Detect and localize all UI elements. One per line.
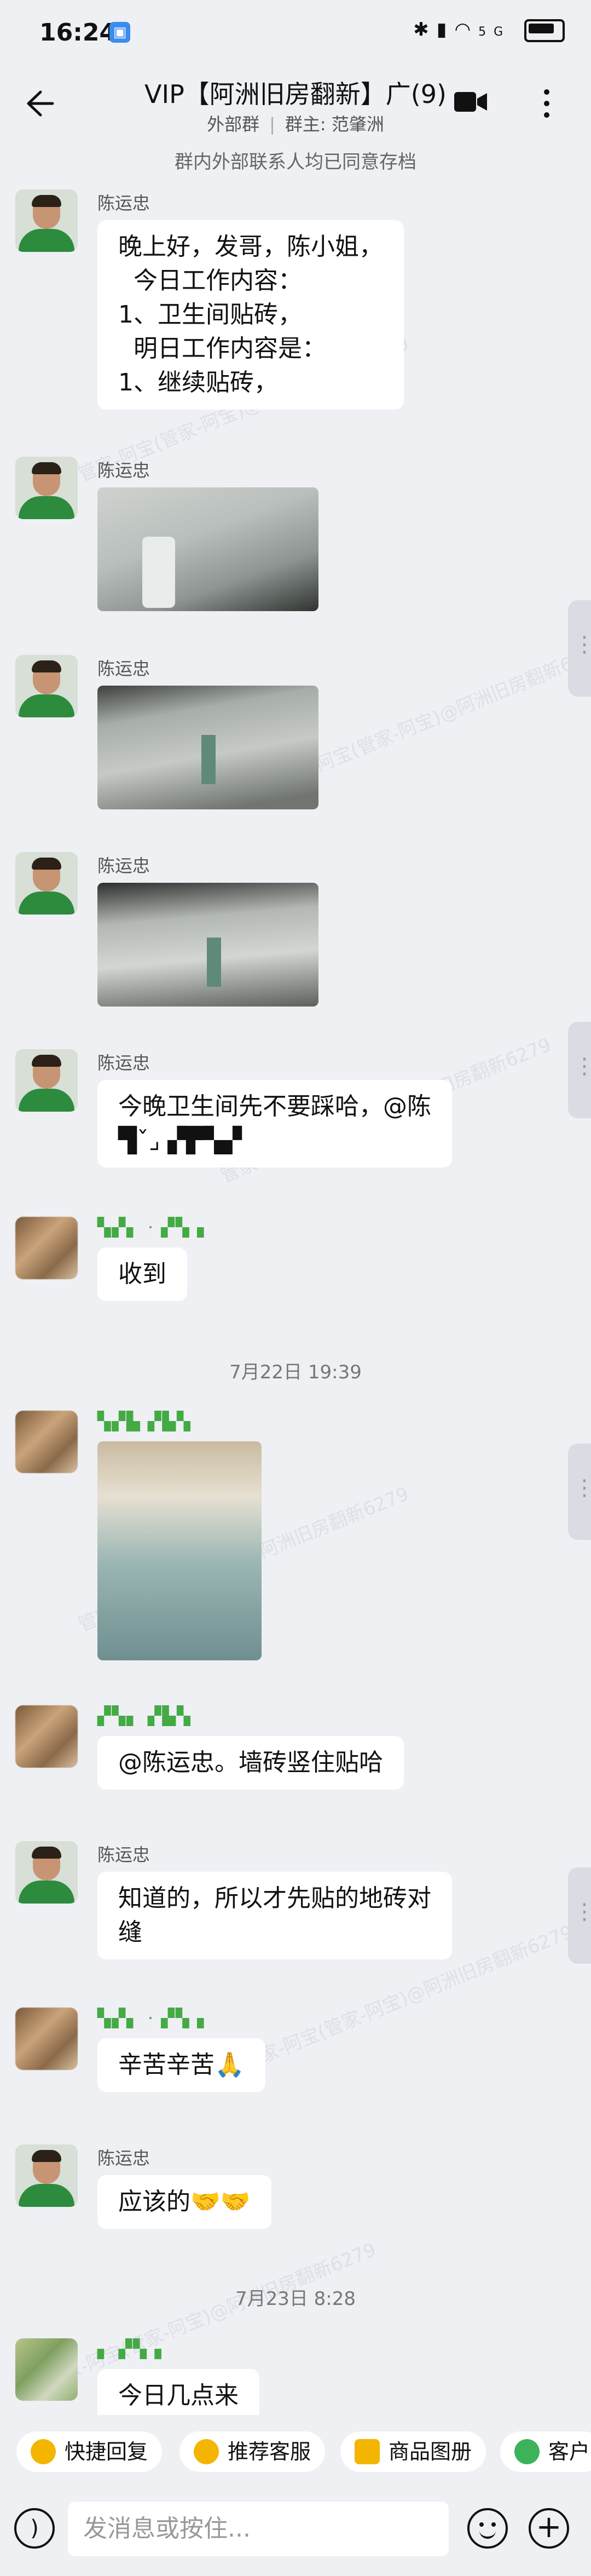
quick-reply-icon [31,2439,56,2464]
pipe-shape [142,537,175,608]
customer-button[interactable]: 客户 [500,2431,591,2472]
sender-name: 陈运忠 [97,193,150,214]
customer-icon [514,2439,540,2464]
group-type-label: 外部群 [207,114,260,135]
avatar[interactable] [15,189,78,252]
message-bubble[interactable]: 知道的，所以才先贴的地砖对 缝 [97,1872,452,1959]
sender-name: ▚▞▖ · ▞▚▗ [97,2008,205,2028]
customer-label: 客户 [548,2440,590,2464]
bluetooth-icon: ✱ [413,19,437,41]
quick-action-bar: 快捷回复 推荐客服 商品图册 客户 [0,2415,591,2484]
input-bar: ) 发消息或按住... + [0,2484,591,2576]
group-owner-label: 群主: 范肇洲 [285,114,384,135]
sender-name: ▖ ▞▚▗ [97,2338,163,2359]
quick-reply-label: 快捷回复 [65,2440,148,2464]
chat-header: VIP【阿洲旧房翻新】广(9) 外部群 | 群主: 范肇洲 [0,69,591,146]
product-album-label: 商品图册 [389,2440,472,2464]
side-drawer-handle[interactable] [568,1022,591,1118]
quick-reply-button[interactable]: 快捷回复 [16,2431,163,2472]
sender-name: 陈运忠 [97,2148,150,2169]
sender-name: 陈运忠 [97,1844,150,1865]
time-separator: 7月23日 8:28 [235,2288,356,2310]
recommend-service-button[interactable]: 推荐客服 [179,2431,326,2472]
avatar[interactable] [15,1841,78,1904]
chat-subtitle: 外部群 | 群主: 范肇洲 [0,111,591,136]
sender-name: 陈运忠 [97,1053,150,1073]
status-time: 16:24 [39,19,117,47]
floor-stripe [207,938,221,987]
product-album-icon [355,2439,380,2464]
app-notification-icon: ▣ [109,22,130,43]
subtitle-separator: | [269,114,275,135]
avatar[interactable] [15,457,78,519]
message-bubble[interactable]: 收到 [97,1247,187,1301]
image-message[interactable] [97,487,318,611]
floor-stripe [201,735,216,784]
avatar[interactable] [15,852,78,915]
message-bubble[interactable]: 辛苦辛苦🙏 [97,2038,265,2092]
battery-icon [524,19,565,42]
product-album-button[interactable]: 商品图册 [340,2431,486,2472]
avatar[interactable] [15,1217,78,1279]
sender-name: 陈运忠 [97,658,150,679]
image-message[interactable] [97,686,318,809]
image-message[interactable] [97,1441,262,1660]
image-message[interactable] [97,883,318,1007]
avatar[interactable] [15,2008,78,2070]
side-drawer-handle[interactable] [568,1444,591,1540]
chat-title[interactable]: VIP【阿洲旧房翻新】广(9) [0,74,591,111]
status-bar: 16:24 ▣ ✱▮◠5G [0,0,591,69]
recommend-service-label: 推荐客服 [228,2440,311,2464]
side-drawer-handle[interactable] [568,1867,591,1964]
message-bubble[interactable]: @陈运忠。墙砖竖住贴哈 [97,1736,404,1790]
vibrate-icon: ▮ [436,19,455,41]
avatar[interactable] [15,2144,78,2207]
signal-icon: 5G [478,25,511,39]
sender-name: 陈运忠 [97,855,150,876]
video-call-icon[interactable] [452,85,489,118]
status-icons: ✱▮◠5G [413,19,565,42]
time-separator: 7月22日 19:39 [229,1361,362,1383]
side-drawer-handle[interactable] [568,600,591,697]
avatar[interactable] [15,1705,78,1768]
message-input[interactable]: 发消息或按住... [68,2502,449,2556]
recommend-service-icon [194,2439,219,2464]
sender-name: ▚▞▙ ▞▙▚ [97,1411,192,1431]
emoji-icon[interactable] [467,2508,508,2549]
avatar[interactable] [15,655,78,717]
wifi-icon: ◠ [454,19,479,41]
message-bubble[interactable]: 应该的🤝🤝 [97,2175,271,2229]
avatar[interactable] [15,2338,78,2401]
archive-notice: 群内外部联系人均已同意存档 [175,151,416,173]
plus-icon[interactable]: + [529,2508,569,2549]
sender-name: 陈运忠 [97,460,150,481]
avatar[interactable] [15,1049,78,1112]
voice-input-icon[interactable]: ) [14,2508,55,2549]
more-options-icon[interactable] [538,84,555,123]
message-bubble[interactable]: 晚上好，发哥，陈小姐， 今日工作内容： 1、卫生间贴砖， 明日工作内容是： 1、… [97,220,404,410]
sender-name: ▚▞▖ · ▞▚▗ [97,1217,205,1238]
avatar[interactable] [15,1411,78,1473]
watermark: 管家-阿宝(管家-阿宝)@阿洲旧房翻新6279 [272,639,591,793]
sender-name: ▞▚▖ ▞▙▚ [97,1705,192,1726]
message-bubble[interactable]: 今晚卫生间先不要踩哈，@陈 ▜ˇ⌟ ▞▛▚▞ [97,1080,452,1168]
